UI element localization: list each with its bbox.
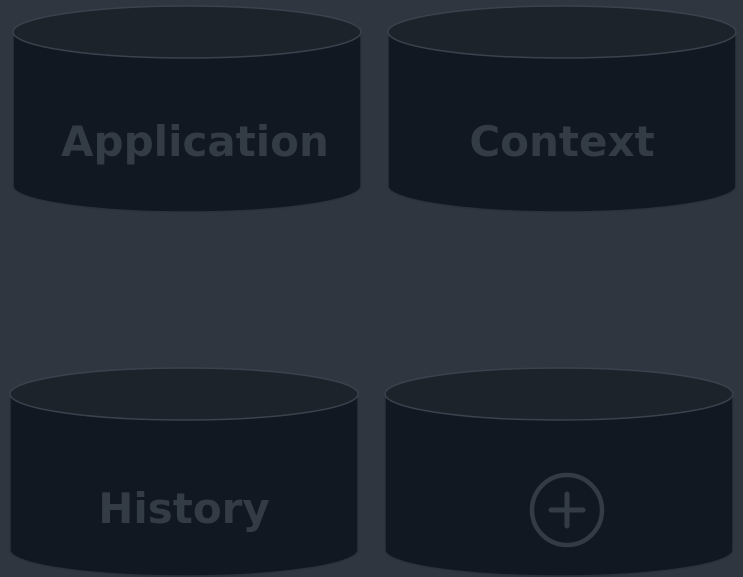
storage-tile-context[interactable]: Context [387,5,737,213]
add-storage-button[interactable] [384,367,734,577]
cylinder-top [12,5,362,59]
storage-tile-application[interactable]: Application [12,5,362,213]
cylinder-top [9,367,359,421]
storage-tile-history[interactable]: History [9,367,359,577]
storage-tile-label: Application [61,117,329,166]
storage-tile-label: History [98,484,270,533]
cylinder-body [384,393,734,577]
cylinder-top [387,5,737,59]
storage-tile-label: Context [469,117,654,166]
storage-canvas: Application Context History [0,0,743,577]
cylinder-top [384,367,734,421]
storage-grid: Application Context History [9,5,737,577]
